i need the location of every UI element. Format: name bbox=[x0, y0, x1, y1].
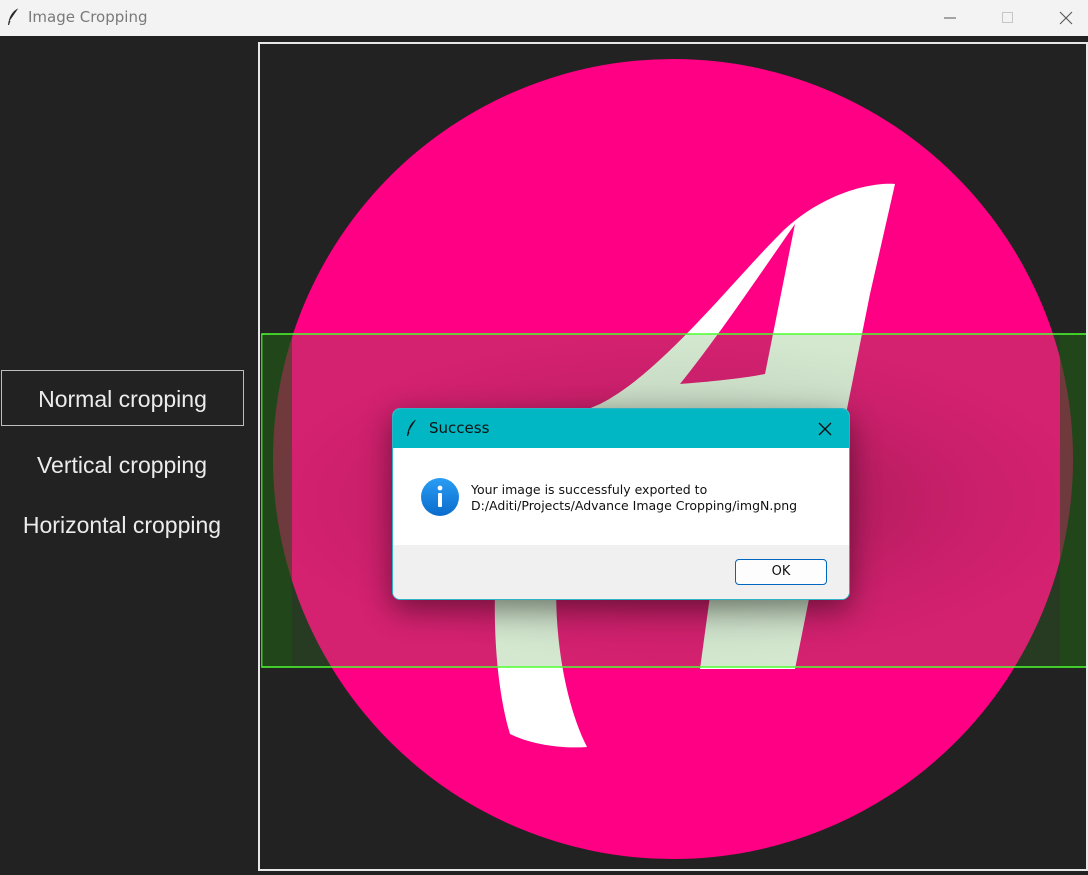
close-window-button[interactable] bbox=[1037, 0, 1088, 36]
close-icon bbox=[818, 422, 832, 436]
dialog-title-bar: Success bbox=[393, 409, 849, 448]
window-title: Image Cropping bbox=[28, 8, 148, 26]
dialog-close-button[interactable] bbox=[813, 417, 837, 441]
sidebar: Normal cropping Vertical cropping Horizo… bbox=[0, 36, 258, 875]
minimize-icon bbox=[944, 17, 956, 19]
minimize-button[interactable] bbox=[921, 0, 979, 36]
dialog-footer: OK bbox=[393, 545, 849, 599]
horizontal-cropping-button[interactable]: Horizontal cropping bbox=[0, 497, 244, 553]
info-icon bbox=[420, 477, 460, 517]
dialog-title: Success bbox=[429, 419, 490, 437]
feather-icon bbox=[405, 418, 419, 442]
dialog-message-line1: Your image is successfuly exported to bbox=[471, 482, 708, 497]
maximize-button[interactable] bbox=[979, 0, 1037, 36]
normal-cropping-button[interactable]: Normal cropping bbox=[1, 370, 244, 426]
success-dialog: Success Your image is successfuly export… bbox=[392, 408, 850, 600]
title-bar: Image Cropping bbox=[0, 0, 1088, 36]
maximize-icon bbox=[1002, 12, 1013, 23]
app-window: Image Cropping Normal cropping Vertical … bbox=[0, 0, 1088, 875]
dialog-message: Your image is successfuly exported to D:… bbox=[471, 482, 797, 514]
ok-button[interactable]: OK bbox=[735, 559, 827, 585]
dialog-body: Your image is successfuly exported to D:… bbox=[393, 448, 849, 545]
close-icon bbox=[1059, 11, 1073, 25]
vertical-cropping-button[interactable]: Vertical cropping bbox=[0, 437, 244, 493]
feather-icon bbox=[6, 7, 22, 27]
dialog-message-line2: D:/Aditi/Projects/Advance Image Cropping… bbox=[471, 498, 798, 513]
